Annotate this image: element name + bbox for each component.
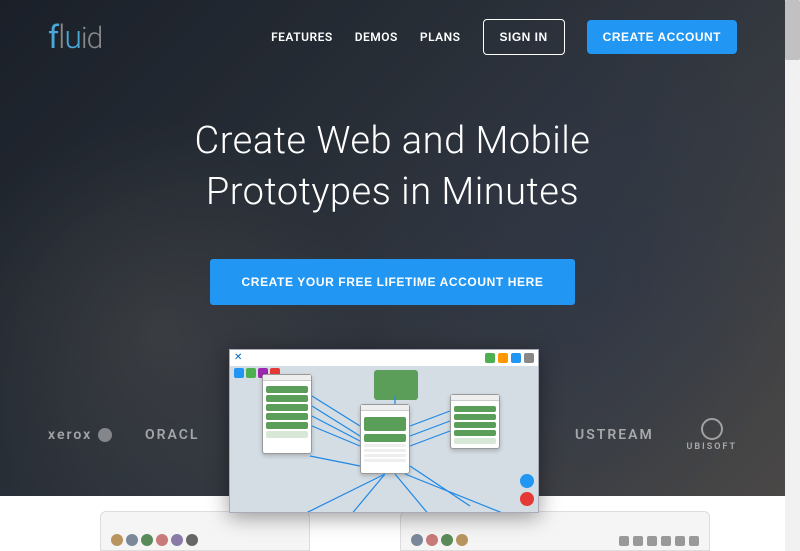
avatar [441, 534, 453, 546]
preview-topbar: ✕ [230, 350, 538, 366]
avatar [456, 534, 468, 546]
window-icon[interactable] [647, 536, 657, 546]
mock-window-left [100, 511, 310, 551]
hero-line2: Prototypes in Minutes [0, 167, 785, 218]
ubisoft-swirl-icon [701, 418, 723, 440]
sign-in-button[interactable]: SIGN IN [483, 19, 565, 55]
brand-ustream: USTREAM [575, 427, 654, 443]
nav-plans[interactable]: PLANS [420, 30, 461, 44]
brand-xerox-icon [98, 428, 112, 442]
brand-oracle-label: ORACL [145, 427, 200, 443]
brand-ubisoft-label: UBISOFT [687, 442, 737, 452]
page-scrollbar[interactable] [785, 0, 800, 551]
nav-features[interactable]: FEATURES [271, 30, 333, 44]
avatar-row [111, 534, 198, 546]
prototype-preview: ✕ [229, 349, 539, 513]
window-icon[interactable] [675, 536, 685, 546]
close-icon[interactable]: ✕ [234, 353, 244, 363]
toolbar-more-icon[interactable] [524, 353, 534, 363]
tool-play-icon[interactable] [246, 368, 256, 378]
window-icon[interactable] [633, 536, 643, 546]
window-icons [619, 536, 699, 546]
window-icon[interactable] [661, 536, 671, 546]
brand-oracle: ORACL [145, 427, 200, 443]
toolbar-zoom-icon[interactable] [485, 353, 495, 363]
brand-xerox-label: xerox [48, 427, 92, 443]
hero-cta-button[interactable]: CREATE YOUR FREE LIFETIME ACCOUNT HERE [210, 259, 576, 305]
logo[interactable]: fluid [48, 18, 102, 56]
window-icon[interactable] [619, 536, 629, 546]
mock-screen-2[interactable] [360, 404, 410, 474]
mock-screen-3[interactable] [450, 394, 500, 449]
create-account-button[interactable]: CREATE ACCOUNT [587, 20, 737, 54]
preview-canvas[interactable] [230, 366, 538, 512]
avatar [171, 534, 183, 546]
canvas-side-controls [520, 474, 534, 506]
avatar-row [411, 534, 468, 546]
chat-icon[interactable] [520, 474, 534, 488]
avatar [111, 534, 123, 546]
window-icon[interactable] [689, 536, 699, 546]
mock-note-card[interactable] [374, 370, 418, 400]
avatar [126, 534, 138, 546]
toolbar-user-icon[interactable] [498, 353, 508, 363]
scrollbar-thumb[interactable] [785, 0, 800, 60]
avatar [156, 534, 168, 546]
hero-headline: Create Web and Mobile Prototypes in Minu… [0, 116, 785, 219]
car-icon [364, 417, 406, 431]
brand-ustream-label: USTREAM [575, 427, 654, 443]
trash-icon[interactable] [520, 492, 534, 506]
hero: Create Web and Mobile Prototypes in Minu… [0, 116, 785, 305]
avatar [426, 534, 438, 546]
avatar [186, 534, 198, 546]
tool-select-icon[interactable] [234, 368, 244, 378]
top-nav: fluid FEATURES DEMOS PLANS SIGN IN CREAT… [0, 0, 785, 56]
avatar [411, 534, 423, 546]
nav-demos[interactable]: DEMOS [355, 30, 398, 44]
mock-window-right [400, 511, 710, 551]
brand-ubisoft: UBISOFT [687, 418, 737, 452]
hero-line1: Create Web and Mobile [0, 116, 785, 167]
mock-screen-1[interactable] [262, 374, 312, 454]
brand-xerox: xerox [48, 427, 112, 443]
avatar [141, 534, 153, 546]
toolbar-share-icon[interactable] [511, 353, 521, 363]
nav-right: FEATURES DEMOS PLANS SIGN IN CREATE ACCO… [271, 19, 737, 55]
